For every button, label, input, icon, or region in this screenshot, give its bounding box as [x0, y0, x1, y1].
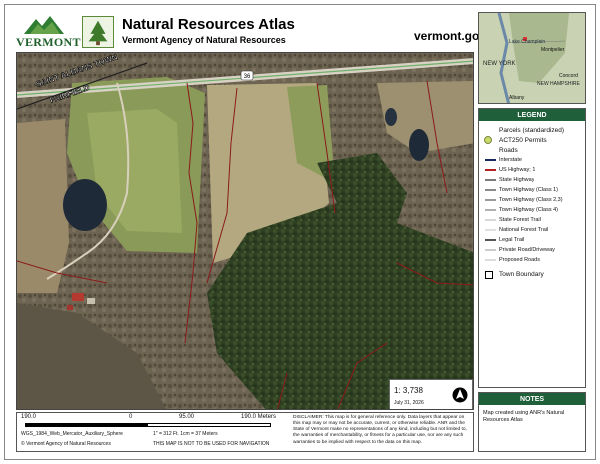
- scale-bar-labels: 190.0 0 95.00 190.0 Meters: [21, 414, 283, 422]
- tree-icon: [88, 20, 108, 46]
- inset-label-3: NEW YORK: [483, 61, 516, 67]
- legend-item: Roads: [483, 145, 581, 155]
- legend-label: Town Highway (Class 4): [499, 207, 558, 213]
- map-date: July 31, 2026: [394, 400, 424, 406]
- legend-item: National Forest Trail: [483, 225, 581, 235]
- anr-logo: [82, 16, 114, 48]
- legend-item: Interstate: [483, 155, 581, 165]
- town-boundary-icon: [483, 270, 499, 280]
- legend-label: Town Highway (Class 1): [499, 187, 558, 193]
- inset-label-1: Lake Champlain: [509, 39, 545, 45]
- site-link[interactable]: vermont.gov: [414, 29, 486, 43]
- road-symbol-icon: [483, 245, 499, 255]
- scale-mid: 95.00: [179, 414, 195, 420]
- road-symbol-icon: [483, 205, 499, 215]
- legend-item: State Forest Trail: [483, 215, 581, 225]
- permit-icon: [483, 135, 499, 145]
- scale-left: 190.0: [21, 414, 37, 420]
- inset-label-4: Concord: [559, 73, 578, 79]
- inset-canvas: Lake Champlain Montpelier NEW YORK Conco…: [479, 13, 585, 103]
- legend-label: Legal Trail: [499, 237, 525, 243]
- road-symbol-icon: [483, 255, 499, 265]
- legend-label: Interstate: [499, 157, 522, 163]
- legend-item: Town Highway (Class 1): [483, 185, 581, 195]
- scale-info-box: 1: 3,738 July 31, 2026: [389, 379, 473, 409]
- copyright: © Vermont Agency of Natural Resources: [21, 441, 111, 447]
- footer-panel: 190.0 0 95.00 190.0 Meters WGS_1984_Web_…: [16, 412, 474, 452]
- header: VERMONT Natural Resources Atlas Vermont …: [14, 12, 486, 54]
- navigation-warning: THIS MAP IS NOT TO BE USED FOR NAVIGATIO…: [153, 441, 270, 447]
- legend-label: Town Boundary: [499, 271, 544, 278]
- scale-right: 190.0 Meters: [241, 414, 277, 420]
- legend-label: Parcels (standardized): [499, 126, 565, 134]
- legend-item: Town Boundary: [483, 269, 581, 280]
- road-symbol-icon: [483, 165, 499, 175]
- scale-bar: 190.0 0 95.00 190.0 Meters WGS_1984_Web_…: [17, 413, 287, 453]
- legend-item: Parcels (standardized): [483, 125, 581, 135]
- legend-panel: LEGEND Parcels (standardized) ACT250 Perm…: [478, 108, 586, 388]
- legend-item: Legal Trail: [483, 235, 581, 245]
- legend-item: Proposed Roads: [483, 255, 581, 265]
- legend-spacer: [483, 125, 499, 135]
- route-shield-label: 36: [244, 74, 251, 80]
- scale-ratio: 1: 3,738: [394, 386, 423, 395]
- vermont-logo: VERMONT: [14, 14, 80, 50]
- legend-item: Town Highway (Class 2,3): [483, 195, 581, 205]
- road-symbol-icon: [483, 235, 499, 245]
- notes-panel: NOTES Map created using ANR's Natural Re…: [478, 392, 586, 452]
- legend-label: Town Highway (Class 2,3): [499, 197, 563, 203]
- page-subtitle: Vermont Agency of Natural Resources: [122, 35, 286, 45]
- aerial-map[interactable]: SAINT ALBANS TOWN FAIRFIELD 36 1: 3,738 …: [16, 52, 474, 410]
- road-symbol-icon: [483, 195, 499, 205]
- legend-label: ACT250 Permits: [499, 136, 547, 144]
- legend-item: Private Road/Driveway: [483, 245, 581, 255]
- road-symbol-icon: [483, 215, 499, 225]
- legend-item: ACT250 Permits: [483, 135, 581, 145]
- page-title: Natural Resources Atlas: [122, 16, 295, 33]
- legend-list: Parcels (standardized) ACT250 Permits Road…: [479, 122, 585, 283]
- scale-bar-graphic: [25, 423, 271, 427]
- legend-label: State Highway: [499, 177, 535, 183]
- legend-item: State Highway: [483, 175, 581, 185]
- legend-title: LEGEND: [479, 109, 585, 122]
- legend-label: National Forest Trail: [499, 227, 549, 233]
- road-symbol-icon: [483, 175, 499, 185]
- legend-label: Roads: [499, 146, 518, 154]
- notes-text: Map created using ANR's Natural Resource…: [483, 410, 565, 424]
- logo-word: VERMONT: [16, 35, 81, 49]
- legend-label: US Highway; 1: [499, 167, 536, 173]
- road-symbol-icon: [483, 155, 499, 165]
- inset-map[interactable]: Lake Champlain Montpelier NEW YORK Conco…: [478, 12, 586, 104]
- road-symbol-icon: [483, 185, 499, 195]
- legend-label: State Forest Trail: [499, 217, 541, 223]
- legend-item: Town Highway (Class 4): [483, 205, 581, 215]
- legend-item: US Highway; 1: [483, 165, 581, 175]
- scale-conversion: 1" = 312 Ft. 1cm = 37 Meters: [153, 431, 218, 437]
- notes-title: NOTES: [479, 393, 585, 406]
- mountain-icon: [24, 16, 64, 34]
- road-symbol-icon: [483, 225, 499, 235]
- legend-label: Proposed Roads: [499, 257, 540, 263]
- legend-spacer: [483, 145, 499, 155]
- inset-label-6: Albany: [509, 95, 525, 101]
- legend-label: Private Road/Driveway: [499, 247, 555, 253]
- map-canvas[interactable]: SAINT ALBANS TOWN FAIRFIELD 36: [17, 53, 474, 410]
- scale-zero: 0: [129, 414, 133, 420]
- inset-label-2: Montpelier: [541, 47, 565, 53]
- inset-label-5: NEW HAMPSHIRE: [537, 81, 580, 87]
- projection: WGS_1984_Web_Mercator_Auxiliary_Sphere: [21, 431, 123, 437]
- north-arrow-icon: [452, 387, 468, 403]
- disclaimer: DISCLAIMER: This map is for general refe…: [293, 415, 467, 445]
